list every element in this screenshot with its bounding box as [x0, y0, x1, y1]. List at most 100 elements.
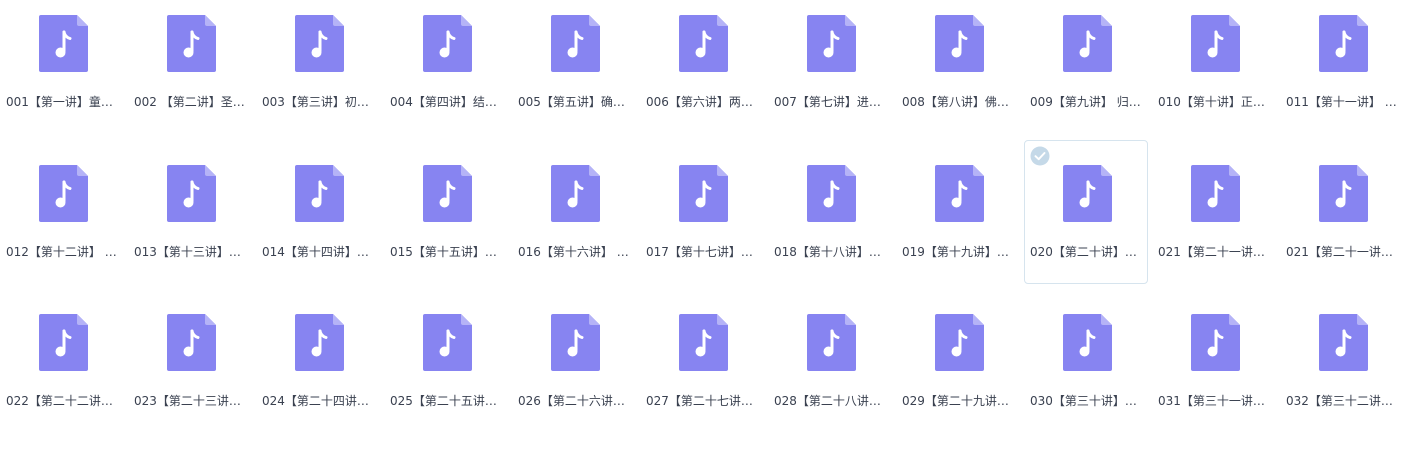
file-item[interactable]: 014【第十四讲】…: [256, 140, 380, 284]
file-name: 009【第九讲】 归…: [1030, 95, 1141, 109]
file-item[interactable]: 024【第二十四讲…: [256, 289, 380, 433]
music-file-icon: [935, 15, 984, 72]
file-name: 027【第二十七讲…: [646, 394, 753, 408]
file-name: 008【第八讲】佛…: [902, 95, 1009, 109]
file-item[interactable]: 011【第十一讲】 …: [1280, 0, 1404, 134]
file-item[interactable]: 023【第二十三讲…: [128, 289, 252, 433]
music-file-icon: [167, 15, 216, 72]
file-name: 006【第六讲】两…: [646, 95, 753, 109]
music-file-icon: [679, 165, 728, 222]
music-file-icon: [1319, 165, 1368, 222]
file-item[interactable]: 020【第二十讲】…: [1024, 140, 1148, 284]
file-item[interactable]: 030【第三十讲】…: [1024, 289, 1148, 433]
file-item[interactable]: 021【第二十一讲…: [1152, 140, 1276, 284]
file-name: 021【第二十一讲…: [1158, 245, 1265, 259]
file-item[interactable]: 021【第二十一讲…: [1280, 140, 1404, 284]
file-item[interactable]: 006【第六讲】两…: [640, 0, 764, 134]
music-file-icon: [1319, 15, 1368, 72]
music-file-icon: [295, 314, 344, 371]
music-file-icon: [39, 15, 88, 72]
file-item[interactable]: 025【第二十五讲…: [384, 289, 508, 433]
file-item[interactable]: 010【第十讲】正…: [1152, 0, 1276, 134]
music-file-icon: [295, 165, 344, 222]
file-item[interactable]: 019【第十九讲】…: [896, 140, 1020, 284]
file-item[interactable]: 026【第二十六讲…: [512, 289, 636, 433]
music-file-icon: [551, 165, 600, 222]
file-item[interactable]: 028【第二十八讲…: [768, 289, 892, 433]
file-item[interactable]: 001【第一讲】童…: [0, 0, 124, 134]
file-name: 028【第二十八讲…: [774, 394, 881, 408]
file-item[interactable]: 013【第十三讲】…: [128, 140, 252, 284]
file-item[interactable]: 031【第三十一讲…: [1152, 289, 1276, 433]
file-name: 013【第十三讲】…: [134, 245, 241, 259]
file-name: 021【第二十一讲…: [1286, 245, 1393, 259]
music-file-icon: [679, 15, 728, 72]
file-item[interactable]: 003【第三讲】初…: [256, 0, 380, 134]
file-name: 026【第二十六讲…: [518, 394, 625, 408]
file-item[interactable]: 016【第十六讲】 …: [512, 140, 636, 284]
music-file-icon: [935, 165, 984, 222]
file-item[interactable]: 029【第二十九讲…: [896, 289, 1020, 433]
file-item[interactable]: 008【第八讲】佛…: [896, 0, 1020, 134]
file-name: 020【第二十讲】…: [1030, 245, 1137, 259]
file-name: 030【第三十讲】…: [1030, 394, 1137, 408]
file-grid: 001【第一讲】童… 002 【第二讲】圣… 003【第三讲】初… 004【第四讲】结…: [0, 0, 1425, 449]
file-name: 016【第十六讲】 …: [518, 245, 629, 259]
file-name: 014【第十四讲】…: [262, 245, 369, 259]
music-file-icon: [935, 314, 984, 371]
music-file-icon: [39, 314, 88, 371]
file-name: 019【第十九讲】…: [902, 245, 1009, 259]
file-name: 004【第四讲】结…: [390, 95, 497, 109]
music-file-icon: [423, 314, 472, 371]
file-item[interactable]: 009【第九讲】 归…: [1024, 0, 1148, 134]
file-name: 031【第三十一讲…: [1158, 394, 1265, 408]
file-name: 011【第十一讲】 …: [1286, 95, 1397, 109]
file-name: 022【第二十二讲…: [6, 394, 113, 408]
file-name: 001【第一讲】童…: [6, 95, 113, 109]
file-name: 012【第十二讲】 …: [6, 245, 117, 259]
music-file-icon: [1191, 15, 1240, 72]
selected-check-icon[interactable]: [1030, 146, 1050, 166]
file-item[interactable]: 005【第五讲】确…: [512, 0, 636, 134]
file-name: 024【第二十四讲…: [262, 394, 369, 408]
file-name: 003【第三讲】初…: [262, 95, 369, 109]
music-file-icon: [167, 314, 216, 371]
music-file-icon: [551, 15, 600, 72]
music-file-icon: [1191, 165, 1240, 222]
file-item[interactable]: 004【第四讲】结…: [384, 0, 508, 134]
file-name: 023【第二十三讲…: [134, 394, 241, 408]
music-file-icon: [295, 15, 344, 72]
file-name: 025【第二十五讲…: [390, 394, 497, 408]
file-name: 002 【第二讲】圣…: [134, 95, 245, 109]
file-name: 029【第二十九讲…: [902, 394, 1009, 408]
file-name: 010【第十讲】正…: [1158, 95, 1265, 109]
music-file-icon: [1063, 15, 1112, 72]
file-item[interactable]: 017【第十七讲】…: [640, 140, 764, 284]
file-name: 005【第五讲】确…: [518, 95, 625, 109]
music-file-icon: [1063, 165, 1112, 222]
file-name: 017【第十七讲】…: [646, 245, 753, 259]
file-item[interactable]: 018【第十八讲】…: [768, 140, 892, 284]
file-item[interactable]: 015【第十五讲】…: [384, 140, 508, 284]
music-file-icon: [1191, 314, 1240, 371]
music-file-icon: [551, 314, 600, 371]
music-file-icon: [39, 165, 88, 222]
music-file-icon: [679, 314, 728, 371]
file-name: 018【第十八讲】…: [774, 245, 881, 259]
file-name: 007【第七讲】进…: [774, 95, 881, 109]
music-file-icon: [167, 165, 216, 222]
file-name: 032【第三十二讲…: [1286, 394, 1393, 408]
file-item[interactable]: 007【第七讲】进…: [768, 0, 892, 134]
music-file-icon: [1319, 314, 1368, 371]
music-file-icon: [1063, 314, 1112, 371]
file-item[interactable]: 027【第二十七讲…: [640, 289, 764, 433]
file-item[interactable]: 002 【第二讲】圣…: [128, 0, 252, 134]
file-name: 015【第十五讲】…: [390, 245, 497, 259]
file-item[interactable]: 032【第三十二讲…: [1280, 289, 1404, 433]
music-file-icon: [423, 15, 472, 72]
file-item[interactable]: 022【第二十二讲…: [0, 289, 124, 433]
file-item[interactable]: 012【第十二讲】 …: [0, 140, 124, 284]
music-file-icon: [807, 165, 856, 222]
music-file-icon: [807, 15, 856, 72]
music-file-icon: [807, 314, 856, 371]
